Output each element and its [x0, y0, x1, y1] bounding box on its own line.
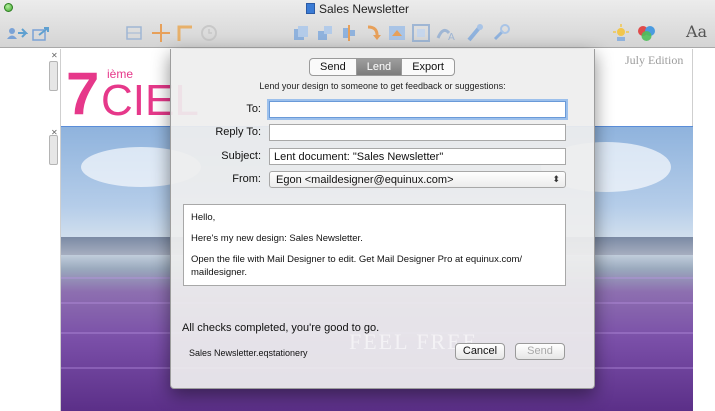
- attachment-filename: Sales Newsletter.eqstationery: [189, 348, 308, 358]
- message-greeting: Hello,: [191, 212, 216, 223]
- text-style-icon[interactable]: A: [434, 22, 460, 44]
- logo-number: 7: [66, 60, 99, 127]
- tab-export[interactable]: Export: [402, 59, 454, 75]
- rotate-icon[interactable]: [362, 22, 384, 44]
- tab-lend[interactable]: Lend: [356, 59, 403, 75]
- layout-icon[interactable]: [124, 22, 146, 44]
- subject-label: Subject:: [221, 150, 261, 162]
- from-select[interactable]: Egon <maildesigner@equinux.com> ⬍: [269, 171, 566, 188]
- send-button[interactable]: Send: [515, 343, 565, 360]
- clock-icon[interactable]: [198, 22, 220, 44]
- reply-to-field[interactable]: [269, 124, 566, 141]
- document-icon: [305, 3, 315, 14]
- share-icon[interactable]: [30, 22, 52, 44]
- from-value: Egon <maildesigner@equinux.com>: [276, 174, 454, 186]
- effects-icon[interactable]: [610, 22, 632, 44]
- fonts-button[interactable]: Aa: [686, 22, 707, 41]
- message-line-1: Here's my new design: Sales Newsletter.: [191, 233, 363, 244]
- brush-icon[interactable]: [464, 22, 486, 44]
- subject-field[interactable]: Lent document: "Sales Newsletter": [269, 148, 566, 165]
- from-label: From:: [232, 173, 261, 185]
- message-line-2: Open the file with Mail Designer to edit…: [191, 254, 523, 278]
- paste-icon[interactable]: [314, 22, 336, 44]
- crop-icon[interactable]: [174, 22, 196, 44]
- stepper-arrows-icon: ⬍: [552, 174, 560, 184]
- frame-icon[interactable]: [410, 22, 432, 44]
- message-body[interactable]: Hello, Here's my new design: Sales Newsl…: [183, 204, 566, 286]
- copy-icon[interactable]: [290, 22, 312, 44]
- to-label: To:: [246, 103, 261, 115]
- dialog-intro: Lend your design to someone to get feedb…: [259, 81, 506, 91]
- tools-icon[interactable]: [490, 22, 512, 44]
- reply-to-label: Reply To:: [215, 126, 261, 138]
- person-share-icon[interactable]: [6, 22, 28, 44]
- lend-dialog: Send Lend Export Lend your design to som…: [170, 49, 595, 389]
- status-message: All checks completed, you're good to go.: [182, 322, 380, 334]
- section-handle[interactable]: [49, 135, 58, 165]
- window-titlebar: Sales Newsletter A Aa: [0, 0, 715, 48]
- to-field[interactable]: [269, 101, 566, 118]
- mode-segmented-control: Send Lend Export: [309, 58, 455, 76]
- align-icon[interactable]: [338, 22, 360, 44]
- close-section-icon[interactable]: ✕: [51, 51, 58, 60]
- move-icon[interactable]: [150, 22, 172, 44]
- colors-icon[interactable]: [634, 22, 660, 44]
- tab-send[interactable]: Send: [310, 59, 357, 75]
- section-handle[interactable]: [49, 61, 58, 91]
- image-icon[interactable]: [386, 22, 408, 44]
- edition-label: July Edition: [625, 53, 684, 67]
- window-title: Sales Newsletter: [0, 2, 715, 16]
- cancel-button[interactable]: Cancel: [455, 343, 505, 360]
- svg-text:A: A: [448, 32, 455, 43]
